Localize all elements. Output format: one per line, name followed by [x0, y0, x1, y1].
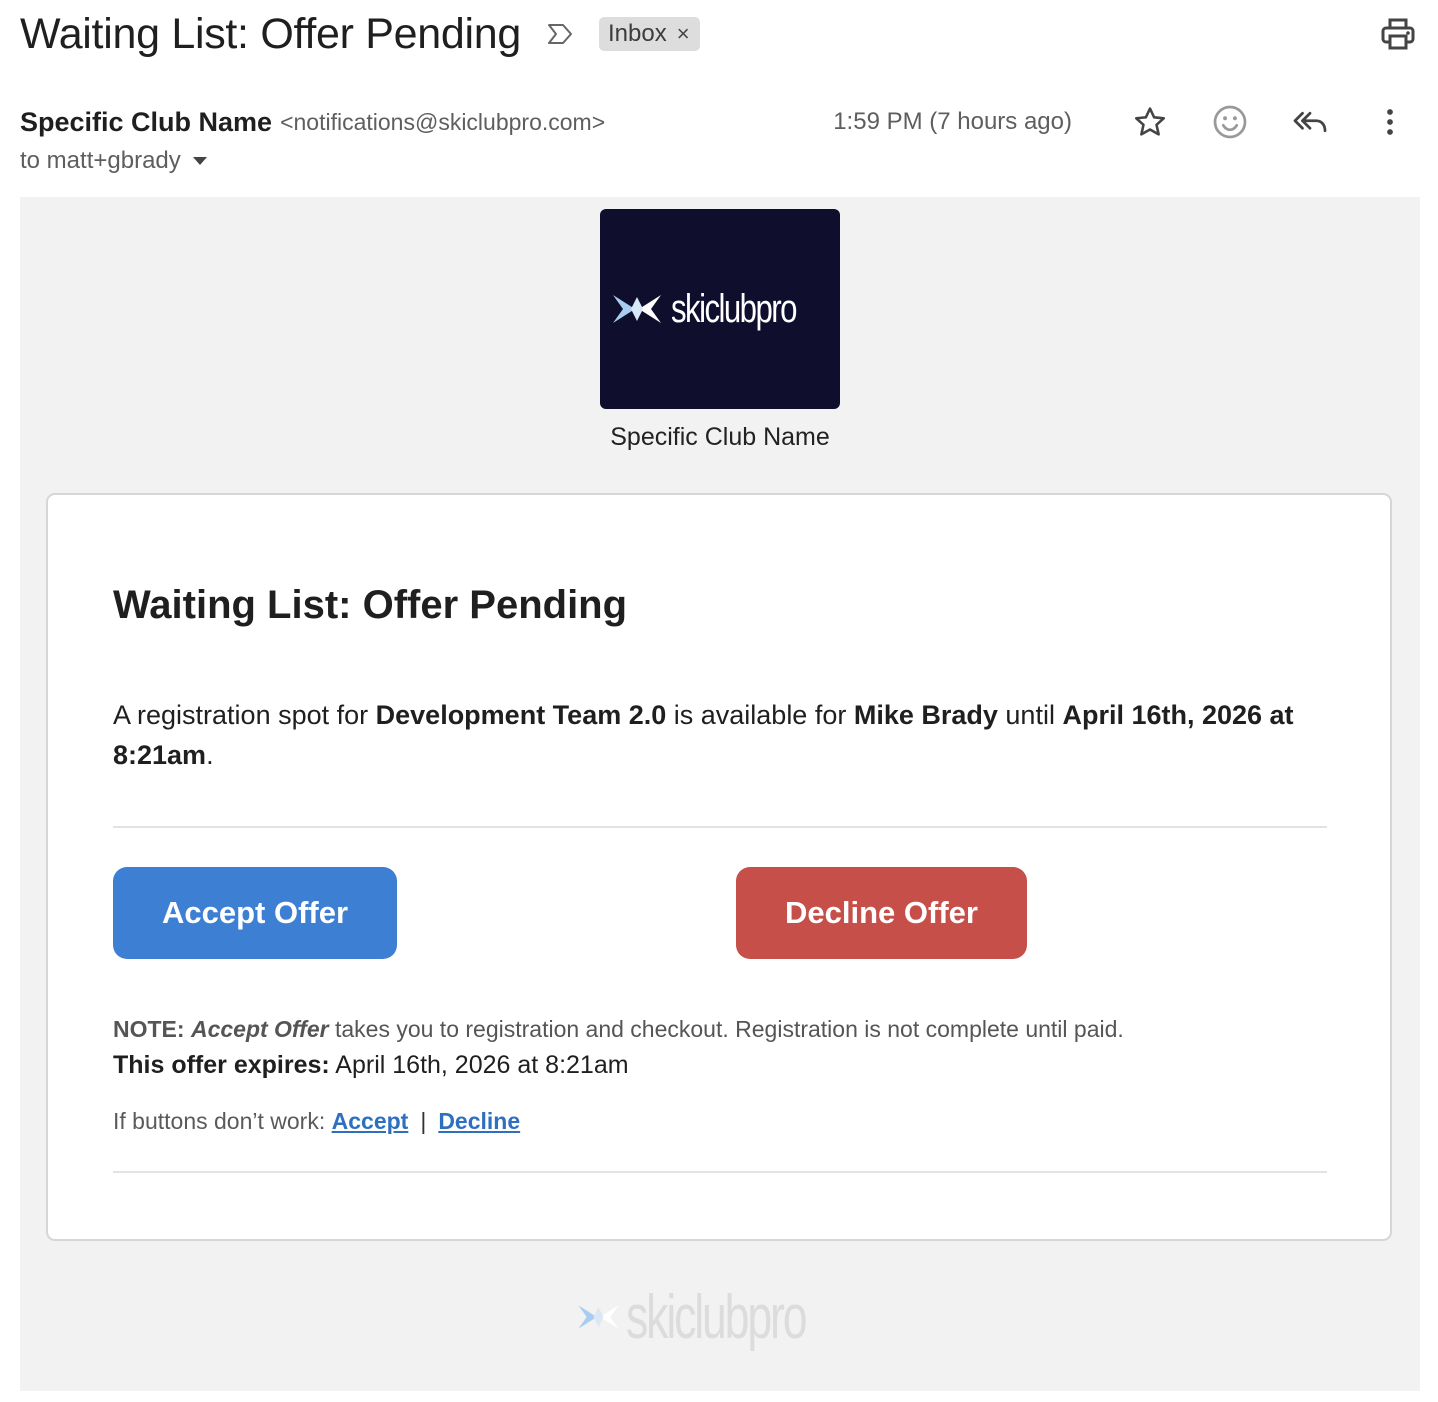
print-button[interactable] — [1378, 14, 1418, 54]
card-title: Waiting List: Offer Pending — [113, 583, 628, 627]
divider — [113, 826, 1327, 828]
email-subject: Waiting List: Offer Pending — [20, 9, 521, 58]
star-icon — [1134, 107, 1166, 136]
more-vertical-icon — [1387, 109, 1393, 135]
more-options-button[interactable] — [1362, 100, 1418, 144]
program-name: Development Team 2.0 — [375, 700, 667, 730]
club-name-caption: Specific Club Name — [610, 423, 830, 451]
recipient-row: to matt+gbrady — [20, 144, 207, 178]
inbox-label-text: Inbox — [608, 20, 667, 47]
star-button[interactable] — [1122, 100, 1178, 144]
sender-email: <notifications@skiclubpro.com> — [280, 108, 606, 135]
accept-link[interactable]: Accept — [332, 1108, 409, 1134]
printer-icon — [1381, 18, 1415, 50]
expiry-value: April 16th, 2026 at 8:21am — [329, 1051, 629, 1079]
reply-all-button[interactable] — [1282, 100, 1338, 144]
subject-row: Waiting List: Offer Pending Inbox × — [20, 8, 1418, 60]
decline-link[interactable]: Decline — [438, 1108, 520, 1134]
decline-offer-button[interactable]: Decline Offer — [736, 867, 1027, 959]
footer-logo: skiclubpro — [575, 1272, 875, 1362]
skiclubpro-mark-icon — [612, 295, 661, 323]
divider — [113, 1171, 1327, 1173]
skiclubpro-mark-icon — [578, 1305, 619, 1329]
sender-row: Specific Club Name <notifications@skiclu… — [20, 100, 1418, 144]
checkout-note: NOTE: Accept Offer takes you to registra… — [113, 1016, 1124, 1042]
importance-marker-icon[interactable] — [545, 19, 575, 49]
participant-name: Mike Brady — [853, 700, 998, 730]
message-actions: 1:59 PM (7 hours ago) — [833, 100, 1418, 144]
sender-name[interactable]: Specific Club Name — [20, 107, 272, 138]
chevron-down-icon[interactable] — [192, 157, 207, 165]
accept-offer-button[interactable]: Accept Offer — [113, 867, 397, 959]
fallback-links: If buttons don’t work: Accept | Decline — [113, 1108, 521, 1134]
note-emphasis: Accept Offer — [190, 1016, 329, 1042]
reply-all-icon — [1293, 111, 1327, 133]
footer-wordmark: skiclubpro — [625, 1282, 808, 1352]
club-logo: skiclubpro — [600, 209, 840, 409]
inbox-label-chip[interactable]: Inbox × — [599, 17, 700, 51]
emoji-reaction-icon — [1213, 105, 1247, 139]
email-body: skiclubpro Specific Club Name Waiting Li… — [20, 197, 1420, 1391]
offer-expiry: This offer expires: April 16th, 2026 at … — [113, 1051, 629, 1080]
remove-label-icon[interactable]: × — [677, 21, 690, 47]
offer-description: A registration spot for Development Team… — [113, 700, 1294, 770]
add-reaction-button[interactable] — [1202, 100, 1258, 144]
expiry-label: This offer expires: — [113, 1051, 330, 1079]
logo-wordmark: skiclubpro — [670, 286, 797, 331]
recipient-text: to matt+gbrady — [20, 147, 181, 174]
message-timestamp: 1:59 PM (7 hours ago) — [833, 108, 1072, 135]
offer-card: Waiting List: Offer Pending A registrati… — [46, 493, 1392, 1241]
